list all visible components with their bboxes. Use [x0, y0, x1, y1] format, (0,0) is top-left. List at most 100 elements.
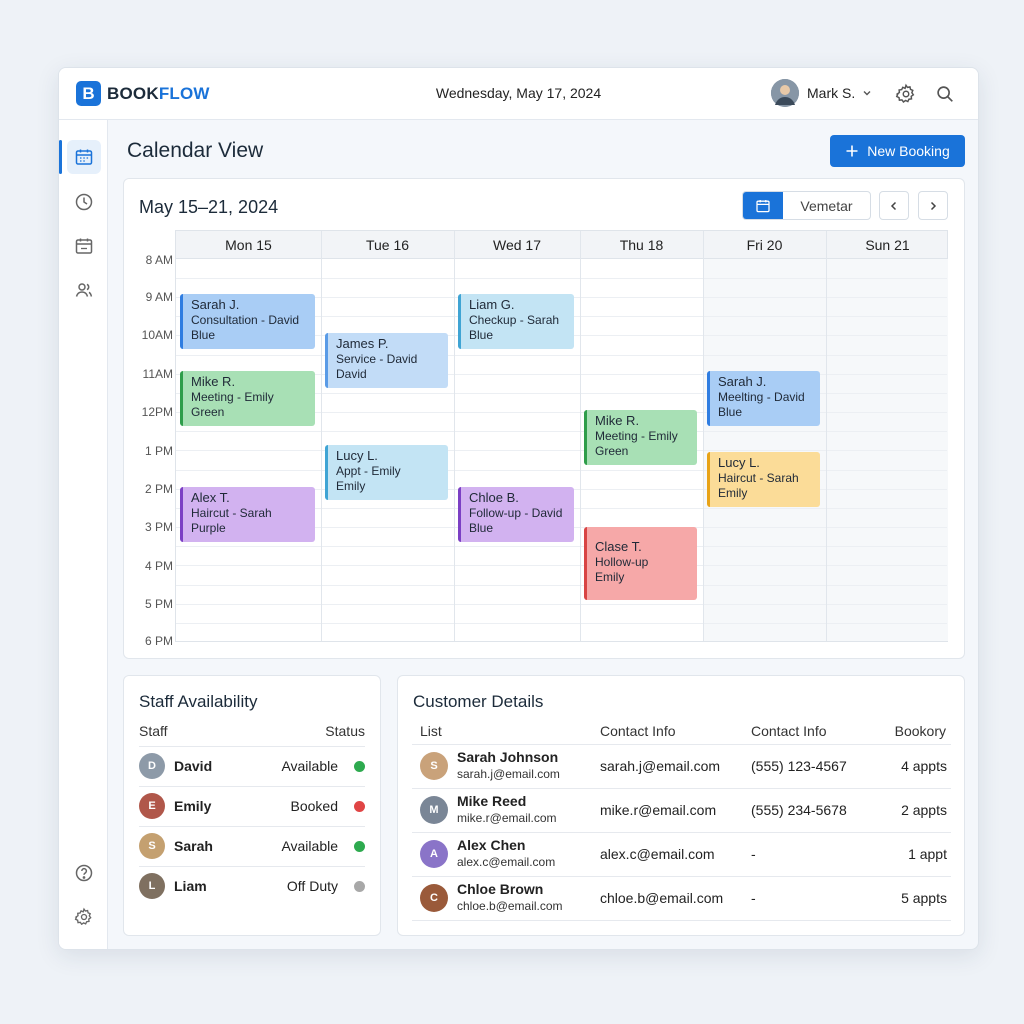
- staff-name: Emily: [174, 798, 212, 814]
- event-mike-r-mon[interactable]: Mike R. Meeting - Emily Green: [180, 371, 315, 426]
- staff-status: Booked: [290, 798, 338, 814]
- avatar: E: [139, 793, 165, 819]
- status-dot-available: [354, 840, 365, 852]
- day-header-tue: Tue 16: [365, 237, 410, 253]
- customer-phone: (555) 234-5678: [751, 802, 847, 818]
- staff-status: Off Duty: [286, 878, 338, 894]
- sidebar-item-help[interactable]: [67, 856, 101, 890]
- event-chloe-b-wed[interactable]: Chloe B. Follow-up - David Blue: [458, 487, 574, 542]
- customer-bookings: 5 appts: [901, 890, 947, 906]
- calendar-view-button[interactable]: [743, 192, 783, 219]
- customer-email: chloe.b@email.com: [457, 899, 563, 913]
- staff-availability-card: Staff Availability Staff Status D David …: [123, 675, 381, 936]
- search-icon[interactable]: [934, 83, 956, 105]
- customer-name: Alex Chen: [457, 837, 526, 853]
- staff-row-emily[interactable]: E Emily Booked: [139, 786, 365, 826]
- avatar: C: [420, 884, 448, 912]
- table-row[interactable]: C Chloe Brown chloe.b@email.com chloe.b@…: [412, 876, 951, 920]
- customer-email: alex.c@email.com: [457, 855, 556, 869]
- calendar-card: May 15–21, 2024 Vemetar 8 AM 9 AM 10AM 1…: [123, 178, 965, 659]
- sidebar-item-staff[interactable]: [67, 273, 101, 307]
- day-header-sun: Sun 21: [865, 237, 910, 253]
- contact-column-header: Contact Info: [751, 723, 827, 739]
- customer-email: sarah.j@email.com: [457, 767, 560, 781]
- staff-column-header: Staff: [139, 723, 168, 739]
- sidebar-item-history[interactable]: [67, 185, 101, 219]
- customer-contact: mike.r@email.com: [600, 802, 717, 818]
- staff-row-liam[interactable]: L Liam Off Duty: [139, 866, 365, 906]
- time-label: 11AM: [142, 367, 173, 381]
- staff-row-sarah[interactable]: S Sarah Available: [139, 826, 365, 866]
- staff-name: David: [174, 758, 213, 774]
- time-label: 2 PM: [144, 482, 173, 496]
- table-row[interactable]: S Sarah Johnson sarah.j@email.com sarah.…: [412, 744, 951, 788]
- gear-icon[interactable]: [895, 83, 917, 105]
- customer-card-title: Customer Details: [413, 692, 544, 711]
- week-grid: Mon 15 Tue 16 Wed 17 Thu 18 Fri 20 Sun 2…: [175, 230, 948, 642]
- new-booking-label: New Booking: [867, 143, 950, 159]
- staff-name: Sarah: [174, 838, 213, 854]
- event-sarah-j-fri[interactable]: Sarah J. Meelting - David Blue: [707, 371, 820, 426]
- day-header-fri: Fri 20: [746, 237, 783, 253]
- staff-name: Liam: [174, 878, 207, 894]
- customer-bookings: 4 appts: [901, 758, 947, 774]
- sidebar-item-calendar[interactable]: [59, 140, 101, 174]
- user-name: Mark S.: [807, 85, 856, 101]
- users-icon: [75, 283, 93, 297]
- new-booking-button[interactable]: New Booking: [830, 135, 965, 167]
- event-james-p-tue[interactable]: James P. Service - David David: [325, 333, 448, 388]
- customer-bookings: 1 appt: [908, 846, 947, 862]
- plus-icon: [846, 145, 858, 157]
- sidebar: [59, 120, 108, 949]
- user-avatar: [771, 79, 799, 107]
- prev-week-button[interactable]: [879, 191, 909, 220]
- view-toggle[interactable]: Vemetar: [742, 191, 871, 220]
- staff-status: Available: [281, 758, 338, 774]
- event-lucy-l-fri[interactable]: Lucy L. Haircut - Sarah Emily: [707, 452, 820, 507]
- time-label: 5 PM: [144, 597, 173, 611]
- customer-details-card: Customer Details List Contact Info Conta…: [397, 675, 965, 936]
- customer-name: Sarah Johnson: [457, 749, 559, 765]
- chevron-right-icon: [930, 201, 937, 210]
- staff-row-david[interactable]: D David Available: [139, 746, 365, 786]
- customer-phone: -: [751, 890, 756, 906]
- status-column-header: Status: [325, 723, 365, 739]
- status-dot-off-duty: [354, 880, 365, 892]
- calendar-check-icon: [75, 238, 93, 254]
- event-alex-t-mon[interactable]: Alex T. Haircut - Sarah Purple: [180, 487, 315, 542]
- table-row[interactable]: A Alex Chen alex.c@email.com alex.c@emai…: [412, 832, 951, 876]
- customer-email: mike.r@email.com: [457, 811, 557, 825]
- list-column-header: List: [420, 723, 442, 739]
- avatar: M: [420, 796, 448, 824]
- customer-name: Mike Reed: [457, 793, 527, 809]
- event-lucy-l-tue[interactable]: Lucy L. Appt - Emily Emily: [325, 445, 448, 500]
- bookings-column-header: Bookory: [894, 723, 946, 739]
- event-mike-r-thu[interactable]: Mike R. Meeting - Emily Green: [584, 410, 697, 465]
- staff-status: Available: [281, 838, 338, 854]
- status-dot-available: [354, 760, 365, 772]
- time-label: 3 PM: [144, 520, 173, 534]
- staff-card-title: Staff Availability: [139, 692, 258, 711]
- avatar: L: [139, 873, 165, 899]
- chevron-down-icon: [863, 91, 871, 96]
- sidebar-item-settings[interactable]: [67, 900, 101, 934]
- user-menu[interactable]: Mark S.: [771, 79, 873, 107]
- sidebar-item-bookings[interactable]: [67, 229, 101, 263]
- page-title: Calendar View: [127, 139, 264, 162]
- event-sarah-j-mon[interactable]: Sarah J. Consultation - David Blue: [180, 294, 315, 349]
- time-label: 9 AM: [145, 290, 173, 304]
- event-liam-g-wed[interactable]: Liam G. Checkup - Sarah Blue: [458, 294, 574, 349]
- table-row[interactable]: M Mike Reed mike.r@email.com mike.r@emai…: [412, 788, 951, 832]
- time-label: 6 PM: [144, 634, 173, 648]
- help-icon: [75, 864, 93, 882]
- clock-icon: [75, 193, 93, 211]
- next-week-button[interactable]: [918, 191, 948, 220]
- customer-contact: chloe.b@email.com: [600, 890, 724, 906]
- avatar: S: [420, 752, 448, 780]
- customer-name: Chloe Brown: [457, 881, 544, 897]
- time-label: 4 PM: [144, 559, 173, 573]
- customer-bookings: 2 appts: [901, 802, 947, 818]
- view-mode-label[interactable]: Vemetar: [783, 192, 870, 219]
- event-clase-t-thu[interactable]: Clase T. Hollow-up Emily: [584, 527, 697, 600]
- time-label: 10AM: [141, 328, 173, 342]
